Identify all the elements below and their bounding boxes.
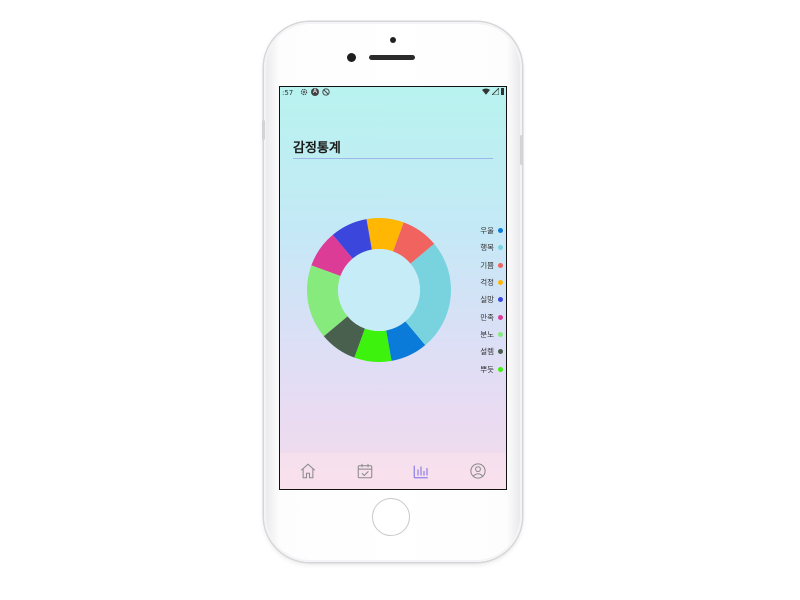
legend-item: 분노 [469,326,503,343]
title-divider [293,158,493,159]
legend-item: 기쁨 [469,257,503,274]
signal-icon [492,88,499,95]
page-title: 감정통계 [293,141,341,156]
legend-label: 실망 [480,295,494,305]
legend-label: 걱정 [480,278,494,288]
bottom-nav [280,453,506,489]
legend-item: 행복 [469,239,503,256]
battery-icon [501,88,504,95]
legend-swatch [498,366,503,372]
legend-swatch [498,331,503,337]
legend-label: 기쁨 [480,260,494,270]
phone-screen: :57 A 감정통계 우울 행복 기쁨 걱정 실망 만족 분노 설렘 뿌듯 [279,86,507,490]
volume-button [262,120,265,140]
calendar-icon [357,463,373,479]
status-time: :57 [282,89,294,97]
legend-item: 걱정 [469,274,503,291]
status-icons-right [482,88,504,95]
power-button [520,135,523,165]
home-button[interactable] [372,498,410,536]
legend-item: 뿌듯 [469,360,503,377]
status-icons-left: A [300,88,330,96]
donut-hole [338,249,420,331]
legend-item: 만족 [469,308,503,325]
earpiece-speaker [369,55,415,60]
legend-item: 설렘 [469,343,503,360]
emotion-donut-chart [307,218,451,362]
legend-label: 뿌듯 [480,364,494,374]
legend-label: 만족 [480,312,494,322]
legend-label: 행복 [480,243,494,253]
wifi-icon [482,88,490,95]
legend-swatch [498,245,503,251]
nav-stats[interactable] [410,460,432,482]
nav-home[interactable] [297,460,319,482]
settings-icon [300,88,308,96]
legend-item: 우울 [469,222,503,239]
legend-swatch [498,349,503,355]
legend-swatch [498,314,503,320]
chart-legend: 우울행복기쁨걱정실망만족분노설렘뿌듯 [469,222,503,378]
legend-swatch [498,297,503,303]
front-camera [347,53,356,62]
legend-item: 실망 [469,291,503,308]
legend-label: 설렘 [480,347,494,357]
nav-profile[interactable] [467,460,489,482]
profile-icon [470,463,486,479]
legend-label: 분노 [480,329,494,339]
legend-label: 우울 [480,226,494,236]
app-a-icon: A [311,88,319,96]
nav-calendar[interactable] [354,460,376,482]
legend-swatch [498,280,503,286]
do-not-disturb-icon [322,88,330,96]
stats-icon [413,465,428,479]
legend-swatch [498,262,503,268]
legend-swatch [498,228,503,234]
status-bar: :57 A [280,87,506,101]
proximity-sensor [390,37,396,43]
device-stage: :57 A 감정통계 우울 행복 기쁨 걱정 실망 만족 분노 설렘 뿌듯 [0,0,800,600]
home-icon [301,463,316,479]
